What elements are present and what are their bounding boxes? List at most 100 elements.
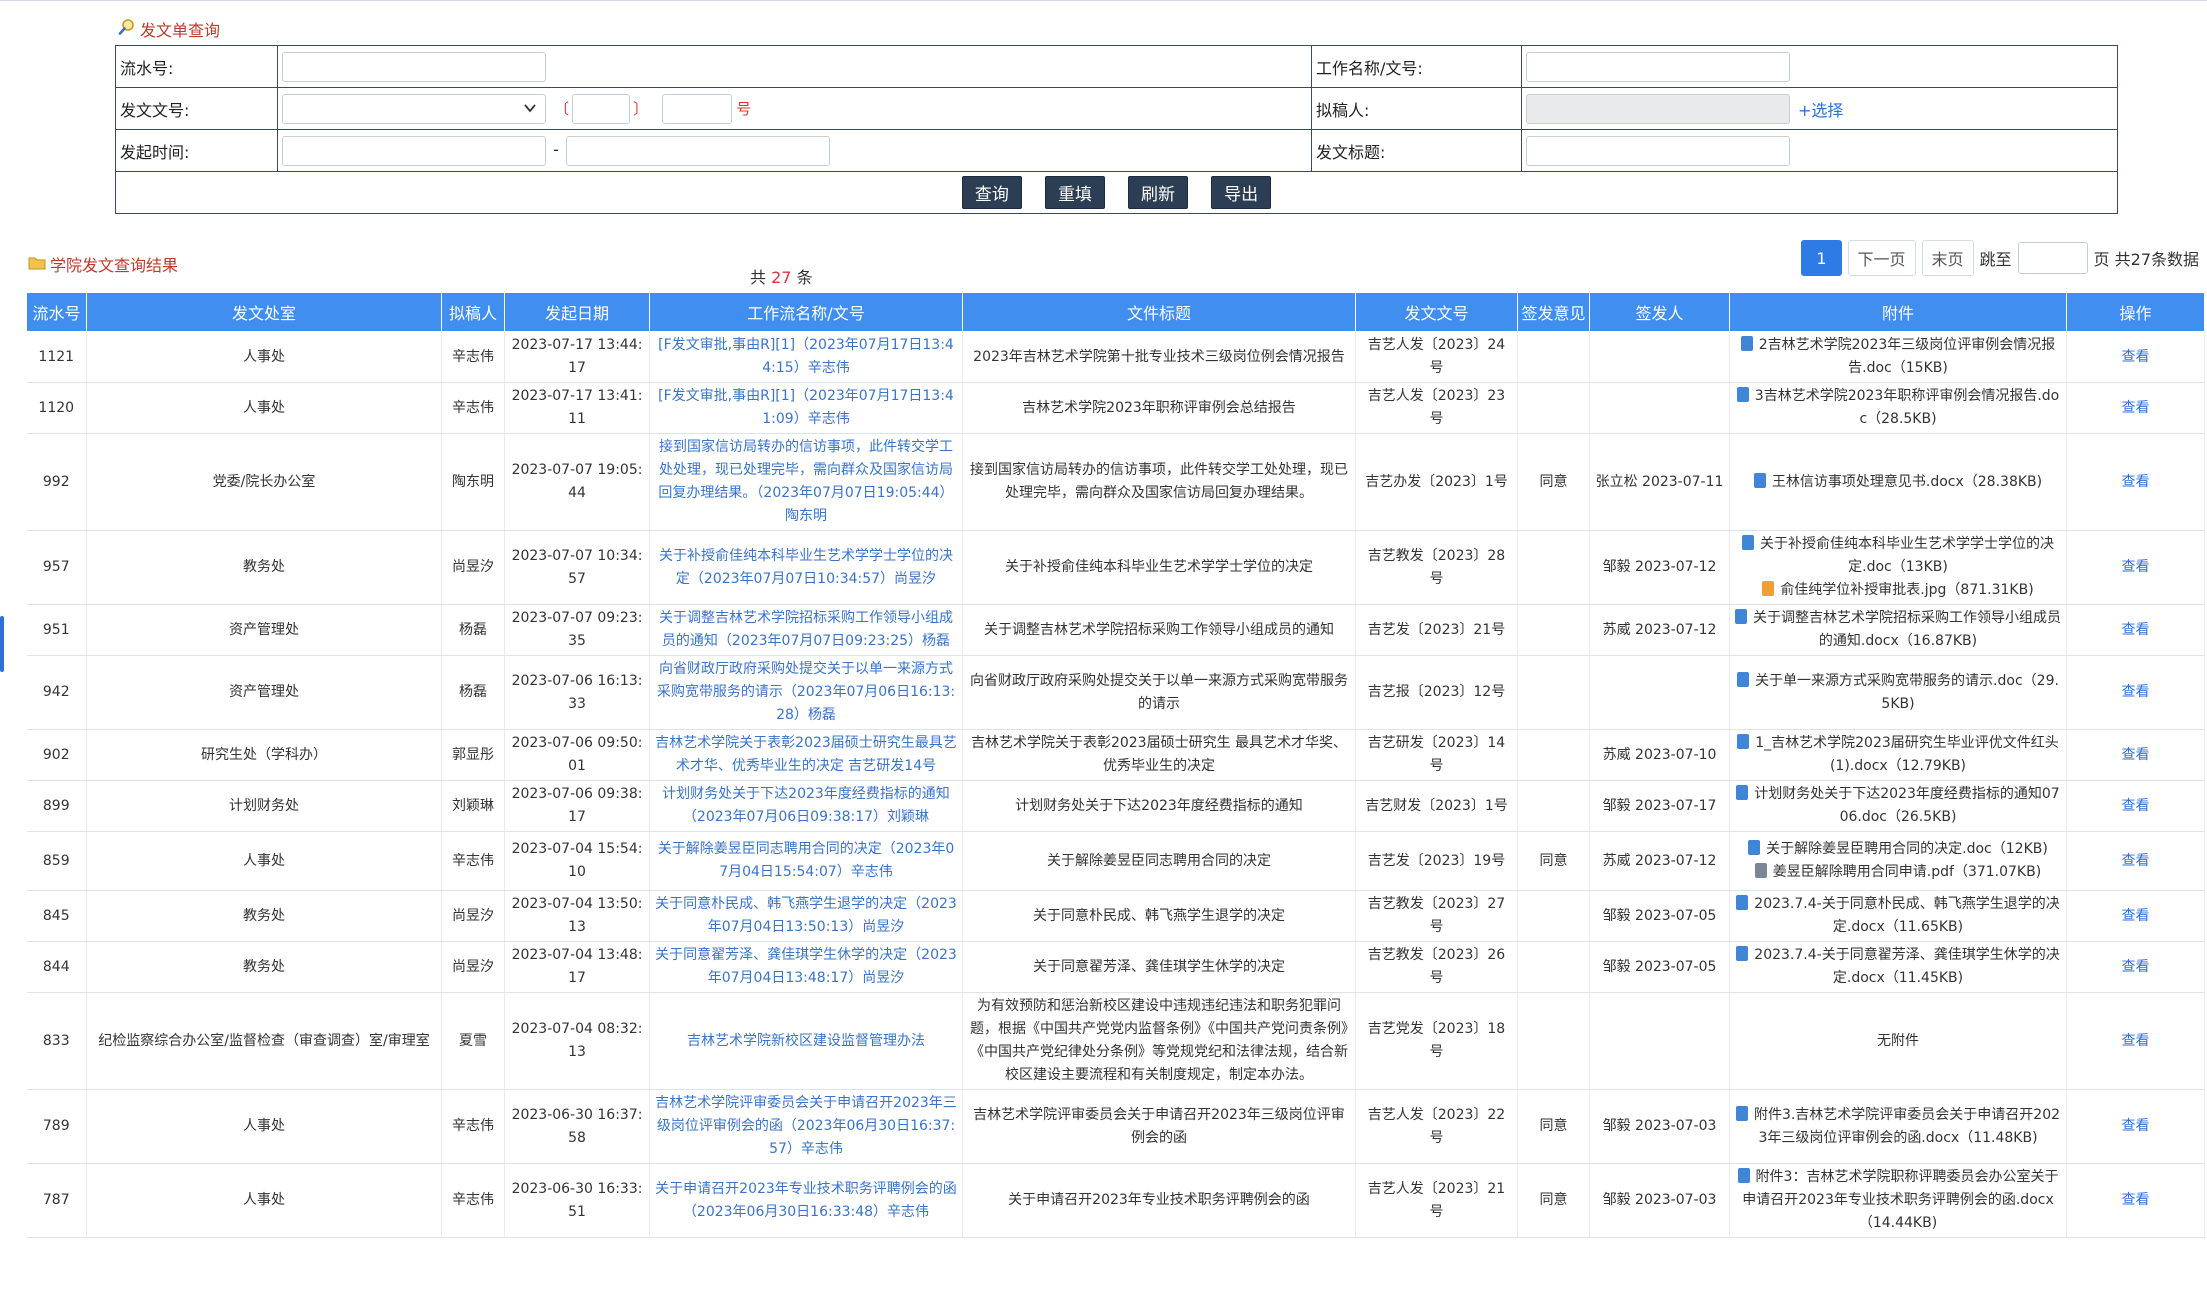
cell-view-link[interactable]: 查看 — [2066, 530, 2205, 605]
attachment-name[interactable]: 附件3.吉林艺术学院评审委员会关于申请召开2023年三级岗位评审例会的函.doc… — [1754, 1107, 2060, 1146]
attachment-name[interactable]: 关于解除姜昱臣聘用合同的决定.doc（12KB) — [1766, 841, 2048, 857]
cell-view-link[interactable]: 查看 — [2066, 433, 2205, 531]
attachment-name[interactable]: 3吉林艺术学院2023年职称评审例会情况报告.doc（28.5KB) — [1755, 388, 2059, 427]
attachment-name[interactable]: 王林信访事项处理意见书.docx（28.38KB) — [1772, 474, 2042, 490]
attachment-name[interactable]: 2吉林艺术学院2023年三级岗位评审例会情况报告.doc（15KB) — [1759, 337, 2056, 376]
cell-workflow-link[interactable]: 接到国家信访局转办的信访事项，此件转交学工处处理，现已处理完毕，需向群众及国家信… — [649, 433, 963, 531]
cell-view-link-text[interactable]: 查看 — [2122, 1192, 2150, 1208]
attachment-link[interactable]: 附件3.吉林艺术学院评审委员会关于申请召开2023年三级岗位评审例会的函.doc… — [1735, 1104, 2061, 1150]
cell-workflow-link-text[interactable]: [F发文审批,事由R][1]（2023年07月17日13:44:15）辛志伟 — [658, 337, 954, 376]
serial-input[interactable] — [282, 51, 546, 82]
cell-workflow-link-text[interactable]: 关于同意翟芳泽、龚佳琪学生休学的决定（2023年07月04日13:48:17）尚… — [655, 947, 957, 986]
drafter-input[interactable] — [1526, 93, 1790, 124]
cell-view-link-text[interactable]: 查看 — [2122, 349, 2150, 365]
cell-workflow-link[interactable]: 计划财务处关于下达2023年度经费指标的通知（2023年07月06日09:38:… — [649, 780, 963, 832]
cell-workflow-link-text[interactable]: 关于同意朴民成、韩飞燕学生退学的决定（2023年07月04日13:50:13）尚… — [655, 896, 957, 935]
cell-view-link[interactable]: 查看 — [2066, 992, 2205, 1090]
doc-number-select[interactable] — [282, 93, 546, 124]
attachment-name[interactable]: 关于单一来源方式采购宽带服务的请示.doc（29.5KB) — [1755, 673, 2059, 712]
attachment-link[interactable]: 3吉林艺术学院2023年职称评审例会情况报告.doc（28.5KB) — [1735, 385, 2061, 431]
cell-view-link[interactable]: 查看 — [2066, 331, 2205, 383]
attachment-name[interactable]: 计划财务处关于下达2023年度经费指标的通知0706.doc（26.5KB) — [1754, 786, 2059, 825]
refresh-button[interactable]: 刷新 — [1128, 176, 1189, 209]
cell-workflow-link-text[interactable]: 计划财务处关于下达2023年度经费指标的通知（2023年07月06日09:38:… — [662, 786, 950, 825]
attachment-link[interactable]: 关于调整吉林艺术学院招标采购工作领导小组成员的通知.docx（16.87KB) — [1735, 607, 2061, 653]
attachment-name[interactable]: 2023.7.4-关于同意翟芳泽、龚佳琪学生休学的决定.docx（11.45KB… — [1754, 947, 2059, 986]
choose-drafter-link[interactable]: +选择 — [1798, 101, 1843, 120]
doc-title-input[interactable] — [1526, 135, 1790, 166]
attachment-link[interactable]: 计划财务处关于下达2023年度经费指标的通知0706.doc（26.5KB) — [1735, 783, 2061, 829]
side-scroll-marker[interactable] — [0, 616, 4, 672]
cell-workflow-link[interactable]: [F发文审批,事由R][1]（2023年07月17日13:41:09）辛志伟 — [649, 382, 963, 434]
cell-workflow-link[interactable]: 关于同意朴民成、韩飞燕学生退学的决定（2023年07月04日13:50:13）尚… — [649, 890, 963, 942]
cell-workflow-link-text[interactable]: 向省财政厅政府采购处提交关于以单一来源方式采购宽带服务的请示（2023年07月0… — [657, 661, 955, 723]
cell-workflow-link[interactable]: 吉林艺术学院评审委员会关于申请召开2023年三级岗位评审例会的函（2023年06… — [649, 1089, 963, 1164]
cell-workflow-link-text[interactable]: [F发文审批,事由R][1]（2023年07月17日13:41:09）辛志伟 — [658, 388, 954, 427]
cell-workflow-link[interactable]: 关于申请召开2023年专业技术职务评聘例会的函（2023年06月30日16:33… — [649, 1163, 963, 1238]
attachment-name[interactable]: 2023.7.4-关于同意朴民成、韩飞燕学生退学的决定.docx（11.65KB… — [1754, 896, 2059, 935]
cell-view-link[interactable]: 查看 — [2066, 604, 2205, 656]
cell-view-link-text[interactable]: 查看 — [2122, 1118, 2150, 1134]
attachment-link[interactable]: 关于单一来源方式采购宽带服务的请示.doc（29.5KB) — [1735, 670, 2061, 716]
start-date-from-input[interactable] — [282, 135, 546, 166]
export-button[interactable]: 导出 — [1211, 176, 1272, 209]
cell-view-link-text[interactable]: 查看 — [2122, 747, 2150, 763]
attachment-name[interactable]: 姜昱臣解除聘用合同申请.pdf（371.07KB) — [1773, 864, 2041, 880]
cell-view-link-text[interactable]: 查看 — [2122, 400, 2150, 416]
cell-view-link[interactable]: 查看 — [2066, 1163, 2205, 1238]
cell-workflow-link-text[interactable]: 接到国家信访局转办的信访事项，此件转交学工处处理，现已处理完毕，需向群众及国家信… — [658, 439, 953, 524]
cell-workflow-link[interactable]: 关于补授俞佳纯本科毕业生艺术学学士学位的决定（2023年07月07日10:34:… — [649, 530, 963, 605]
cell-workflow-link[interactable]: 吉林艺术学院新校区建设监督管理办法 — [649, 992, 963, 1090]
cell-workflow-link[interactable]: 向省财政厅政府采购处提交关于以单一来源方式采购宽带服务的请示（2023年07月0… — [649, 655, 963, 730]
cell-workflow-link[interactable]: 关于同意翟芳泽、龚佳琪学生休学的决定（2023年07月04日13:48:17）尚… — [649, 941, 963, 993]
work-name-input[interactable] — [1526, 51, 1790, 82]
attachment-link[interactable]: 关于解除姜昱臣聘用合同的决定.doc（12KB) — [1735, 838, 2061, 861]
cell-workflow-link-text[interactable]: 吉林艺术学院关于表彰2023届硕士研究生最具艺术才华、优秀毕业生的决定 吉艺研发… — [655, 735, 957, 774]
cell-view-link[interactable]: 查看 — [2066, 780, 2205, 832]
attachment-name[interactable]: 关于调整吉林艺术学院招标采购工作领导小组成员的通知.docx（16.87KB) — [1753, 610, 2061, 649]
cell-view-link-text[interactable]: 查看 — [2122, 908, 2150, 924]
cell-workflow-link-text[interactable]: 关于解除姜昱臣同志聘用合同的决定（2023年07月04日15:54:07）辛志伟 — [658, 841, 955, 880]
cell-view-link[interactable]: 查看 — [2066, 1089, 2205, 1164]
doc-seq-input[interactable] — [662, 93, 733, 124]
cell-workflow-link-text[interactable]: 关于调整吉林艺术学院招标采购工作领导小组成员的通知（2023年07月07日09:… — [659, 610, 953, 649]
attachment-name[interactable]: 1_吉林艺术学院2023届研究生毕业评优文件红头(1).docx（12.79KB… — [1755, 735, 2059, 774]
attachment-link[interactable]: 俞佳纯学位补授审批表.jpg（871.31KB) — [1735, 579, 2061, 602]
attachment-link[interactable]: 2023.7.4-关于同意翟芳泽、龚佳琪学生休学的决定.docx（11.45KB… — [1735, 944, 2061, 990]
cell-workflow-link-text[interactable]: 吉林艺术学院新校区建设监督管理办法 — [687, 1033, 925, 1049]
attachment-link[interactable]: 姜昱臣解除聘用合同申请.pdf（371.07KB) — [1735, 861, 2061, 884]
attachment-link[interactable]: 2吉林艺术学院2023年三级岗位评审例会情况报告.doc（15KB) — [1735, 334, 2061, 380]
cell-view-link-text[interactable]: 查看 — [2122, 959, 2150, 975]
cell-view-link-text[interactable]: 查看 — [2122, 684, 2150, 700]
attachment-name[interactable]: 附件3：吉林艺术学院职称评聘委员会办公室关于申请召开2023年专业技术职务评聘例… — [1742, 1169, 2058, 1231]
cell-workflow-link-text[interactable]: 关于补授俞佳纯本科毕业生艺术学学士学位的决定（2023年07月07日10:34:… — [659, 548, 953, 587]
start-date-to-input[interactable] — [565, 135, 830, 166]
page-next-button[interactable]: 下一页 — [1847, 240, 1916, 276]
reset-button[interactable]: 重填 — [1044, 176, 1105, 209]
cell-view-link-text[interactable]: 查看 — [2122, 853, 2150, 869]
cell-workflow-link-text[interactable]: 关于申请召开2023年专业技术职务评聘例会的函（2023年06月30日16:33… — [655, 1181, 957, 1220]
page-last-button[interactable]: 末页 — [1921, 240, 1974, 276]
attachment-link[interactable]: 2023.7.4-关于同意朴民成、韩飞燕学生退学的决定.docx（11.65KB… — [1735, 893, 2061, 939]
attachment-link[interactable]: 王林信访事项处理意见书.docx（28.38KB) — [1735, 471, 2061, 494]
cell-view-link-text[interactable]: 查看 — [2122, 559, 2150, 575]
attachment-link[interactable]: 1_吉林艺术学院2023届研究生毕业评优文件红头(1).docx（12.79KB… — [1735, 732, 2061, 778]
cell-workflow-link[interactable]: 关于解除姜昱臣同志聘用合同的决定（2023年07月04日15:54:07）辛志伟 — [649, 831, 963, 891]
search-button[interactable]: 查询 — [961, 176, 1022, 209]
attachment-name[interactable]: 俞佳纯学位补授审批表.jpg（871.31KB) — [1780, 582, 2033, 598]
cell-workflow-link[interactable]: 吉林艺术学院关于表彰2023届硕士研究生最具艺术才华、优秀毕业生的决定 吉艺研发… — [649, 729, 963, 781]
cell-view-link[interactable]: 查看 — [2066, 941, 2205, 993]
jump-page-input[interactable] — [2017, 242, 2088, 274]
cell-view-link[interactable]: 查看 — [2066, 655, 2205, 730]
cell-view-link-text[interactable]: 查看 — [2122, 474, 2150, 490]
attachment-link[interactable]: 关于补授俞佳纯本科毕业生艺术学学士学位的决定.doc（13KB) — [1735, 533, 2061, 579]
attachment-link[interactable]: 附件3：吉林艺术学院职称评聘委员会办公室关于申请召开2023年专业技术职务评聘例… — [1735, 1166, 2061, 1235]
cell-view-link[interactable]: 查看 — [2066, 382, 2205, 434]
cell-workflow-link-text[interactable]: 吉林艺术学院评审委员会关于申请召开2023年三级岗位评审例会的函（2023年06… — [655, 1095, 957, 1157]
cell-workflow-link[interactable]: [F发文审批,事由R][1]（2023年07月17日13:44:15）辛志伟 — [649, 331, 963, 383]
cell-view-link-text[interactable]: 查看 — [2122, 622, 2150, 638]
cell-workflow-link[interactable]: 关于调整吉林艺术学院招标采购工作领导小组成员的通知（2023年07月07日09:… — [649, 604, 963, 656]
cell-view-link-text[interactable]: 查看 — [2122, 1033, 2150, 1049]
cell-view-link[interactable]: 查看 — [2066, 729, 2205, 781]
cell-view-link-text[interactable]: 查看 — [2122, 798, 2150, 814]
